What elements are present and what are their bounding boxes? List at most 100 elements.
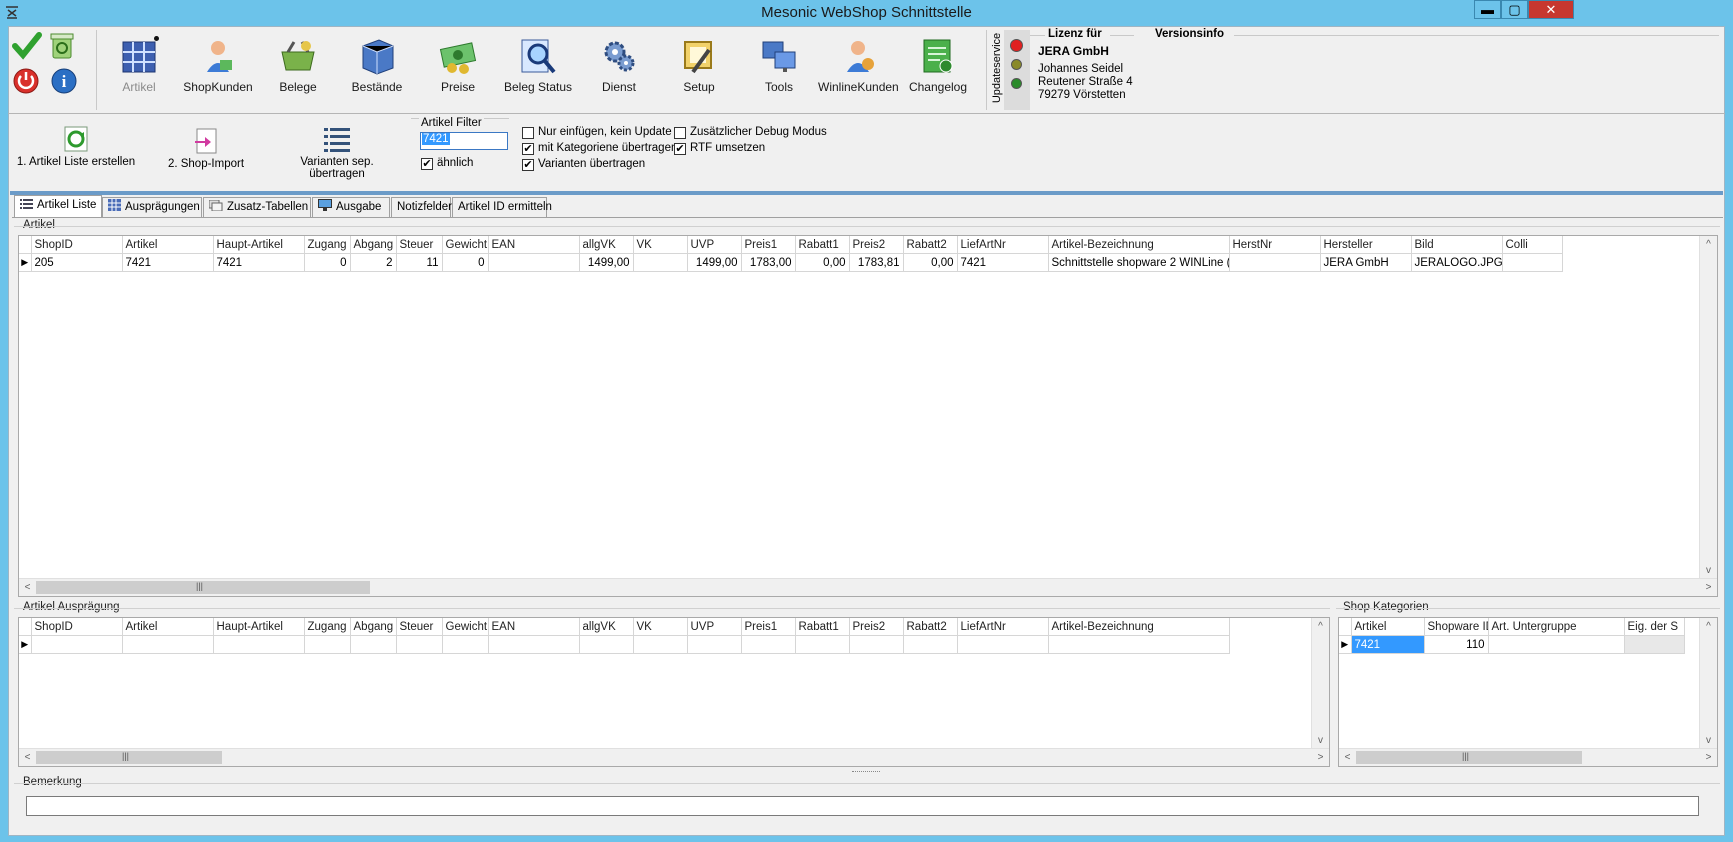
categories-checkbox[interactable]: ✔ bbox=[522, 143, 534, 155]
scroll-right-icon[interactable]: > bbox=[1312, 749, 1329, 766]
table-cell[interactable] bbox=[304, 635, 351, 654]
table-cell[interactable]: 1783,00 bbox=[741, 253, 796, 272]
kategorien-grid[interactable]: Artikel Shopware ID Art. Untergruppe Eig. d… bbox=[1338, 617, 1718, 767]
table-row[interactable]: ▶ 205 7421 7421 0 2 11 0 1499,00 1499,00 1783,00 0,… bbox=[19, 253, 1563, 272]
table-cell[interactable]: 7421 bbox=[213, 253, 305, 272]
column-header[interactable]: Preis1 bbox=[741, 236, 796, 254]
column-header[interactable]: Gewicht bbox=[442, 618, 489, 636]
tab-zusatz-tabellen[interactable]: Zusatz-Tabellen bbox=[203, 197, 311, 217]
table-row[interactable]: ▶ bbox=[19, 635, 1230, 654]
column-header[interactable]: VK bbox=[633, 236, 688, 254]
table-cell[interactable] bbox=[350, 635, 397, 654]
column-header[interactable]: HerstNr bbox=[1229, 236, 1321, 254]
create-list-button[interactable]: 1. Artikel Liste erstellen bbox=[14, 125, 138, 168]
column-header[interactable]: Artikel bbox=[1351, 618, 1425, 636]
toolbar-shopkunden-button[interactable]: ShopKunden bbox=[178, 36, 258, 94]
column-header[interactable]: EAN bbox=[488, 618, 580, 636]
shop-import-button[interactable]: 2. Shop-Import bbox=[156, 127, 256, 170]
column-header[interactable]: Rabatt1 bbox=[795, 236, 850, 254]
maximize-button[interactable]: ▢ bbox=[1501, 0, 1528, 19]
table-cell[interactable]: JERALOGO.JPG bbox=[1411, 253, 1503, 272]
toolbar-bestände-button[interactable]: Bestände bbox=[337, 36, 417, 94]
table-cell[interactable]: Schnittstelle shopware 2 WINLine (von m bbox=[1048, 253, 1230, 272]
scroll-left-icon[interactable]: < bbox=[19, 749, 36, 766]
column-header[interactable]: Shopware ID bbox=[1424, 618, 1489, 636]
table-cell[interactable]: 110 bbox=[1424, 635, 1489, 654]
auspraegung-hscroll-thumb[interactable]: ||| bbox=[36, 751, 222, 764]
column-header[interactable]: Abgang bbox=[350, 236, 397, 254]
column-header[interactable]: allgVK bbox=[579, 618, 634, 636]
scroll-left-icon[interactable]: < bbox=[19, 579, 36, 596]
toolbar-preise-button[interactable]: Preise bbox=[418, 36, 498, 94]
toolbar-beleg-status-button[interactable]: Beleg Status bbox=[498, 36, 578, 94]
table-cell[interactable]: 1499,00 bbox=[579, 253, 634, 272]
scroll-left-icon[interactable]: < bbox=[1339, 749, 1356, 766]
column-header[interactable]: VK bbox=[633, 618, 688, 636]
table-cell[interactable] bbox=[741, 635, 796, 654]
table-cell[interactable]: 1499,00 bbox=[687, 253, 742, 272]
column-header[interactable]: Artikel-Bezeichnung bbox=[1048, 618, 1230, 636]
close-button[interactable]: ✕ bbox=[1528, 0, 1574, 19]
table-cell[interactable] bbox=[633, 635, 688, 654]
scroll-right-icon[interactable]: > bbox=[1700, 749, 1717, 766]
table-cell[interactable] bbox=[488, 635, 580, 654]
table-cell[interactable]: 0,00 bbox=[903, 253, 958, 272]
table-cell[interactable] bbox=[1229, 253, 1321, 272]
table-cell[interactable]: 0 bbox=[304, 253, 351, 272]
kategorien-hscroll-thumb[interactable]: ||| bbox=[1356, 751, 1582, 764]
table-cell[interactable] bbox=[442, 635, 489, 654]
table-cell[interactable]: 7421 bbox=[1351, 635, 1425, 654]
tab-artikel-liste[interactable]: Artikel Liste bbox=[14, 195, 102, 218]
table-cell[interactable]: 0 bbox=[442, 253, 489, 272]
column-header[interactable]: Haupt-Artikel bbox=[213, 618, 305, 636]
table-cell[interactable]: 2 bbox=[350, 253, 397, 272]
recycle-bin-icon[interactable] bbox=[48, 30, 76, 60]
toolbar-tools-button[interactable]: Tools bbox=[739, 36, 819, 94]
table-cell[interactable] bbox=[396, 635, 443, 654]
variants-checkbox[interactable]: ✔ bbox=[522, 159, 534, 171]
scroll-down-icon[interactable]: v bbox=[1312, 732, 1329, 749]
debug-checkbox[interactable] bbox=[674, 127, 686, 139]
toolbar-changelog-button[interactable]: Changelog bbox=[898, 36, 978, 94]
table-cell[interactable]: JERA GmbH bbox=[1320, 253, 1412, 272]
table-cell[interactable]: 1783,81 bbox=[849, 253, 904, 272]
column-header[interactable]: LiefArtNr bbox=[957, 618, 1049, 636]
scroll-up-icon[interactable]: ^ bbox=[1312, 618, 1329, 635]
checkmark-icon[interactable] bbox=[12, 32, 42, 60]
column-header[interactable]: Zugang bbox=[304, 236, 351, 254]
table-row[interactable]: ▶ 7421 110 bbox=[1339, 635, 1685, 654]
artikel-hscroll-thumb[interactable]: ||| bbox=[36, 581, 370, 594]
variants-button[interactable]: Varianten sep. übertragen bbox=[272, 125, 402, 180]
minimize-button[interactable]: ▬ bbox=[1474, 0, 1501, 19]
column-header[interactable]: Rabatt2 bbox=[903, 236, 958, 254]
table-cell[interactable] bbox=[488, 253, 580, 272]
column-header[interactable]: Artikel bbox=[122, 236, 214, 254]
toolbar-winlinekunden-button[interactable]: WinlineKunden bbox=[818, 36, 899, 94]
column-header[interactable]: ShopID bbox=[31, 618, 123, 636]
table-cell[interactable] bbox=[795, 635, 850, 654]
tab-auspraegungen[interactable]: Ausprägungen bbox=[102, 197, 202, 217]
artikel-vscroll[interactable]: ^ v bbox=[1699, 236, 1717, 579]
splitter-handle[interactable] bbox=[852, 771, 880, 774]
similar-checkbox[interactable]: ✔ bbox=[421, 158, 433, 170]
column-header[interactable]: Preis1 bbox=[741, 618, 796, 636]
scroll-down-icon[interactable]: v bbox=[1700, 562, 1717, 579]
scroll-up-icon[interactable]: ^ bbox=[1700, 236, 1717, 253]
table-cell[interactable] bbox=[1502, 253, 1563, 272]
artikel-hscroll[interactable]: < ||| > bbox=[19, 578, 1717, 596]
scroll-up-icon[interactable]: ^ bbox=[1700, 618, 1717, 635]
scroll-down-icon[interactable]: v bbox=[1700, 732, 1717, 749]
table-cell[interactable] bbox=[122, 635, 214, 654]
column-header[interactable]: Preis2 bbox=[849, 236, 904, 254]
auspraegung-vscroll[interactable]: ^ v bbox=[1311, 618, 1329, 749]
table-cell[interactable]: 0,00 bbox=[795, 253, 850, 272]
info-icon[interactable]: i bbox=[50, 67, 78, 95]
table-cell[interactable] bbox=[1048, 635, 1230, 654]
table-cell[interactable] bbox=[957, 635, 1049, 654]
column-header[interactable]: Colli bbox=[1502, 236, 1563, 254]
filter-input[interactable]: 7421 bbox=[420, 132, 508, 150]
scroll-right-icon[interactable]: > bbox=[1700, 579, 1717, 596]
kategorien-vscroll[interactable]: ^ v bbox=[1699, 618, 1717, 749]
column-header[interactable]: EAN bbox=[488, 236, 580, 254]
column-header[interactable]: Artikel-Bezeichnung bbox=[1048, 236, 1230, 254]
